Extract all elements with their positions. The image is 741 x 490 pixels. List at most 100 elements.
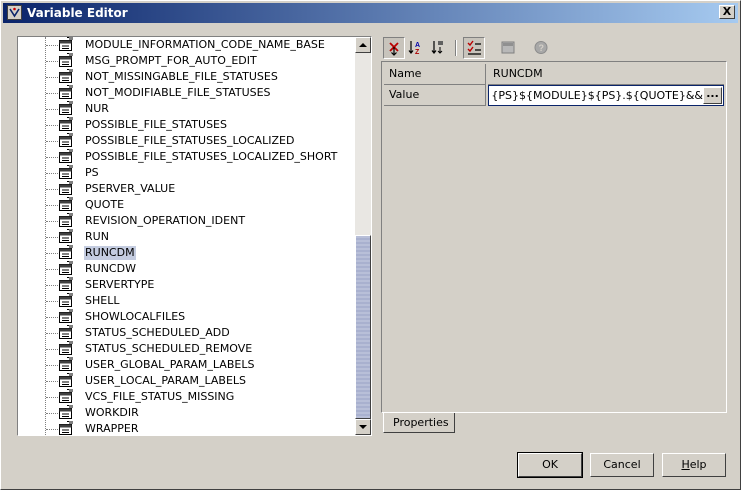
variable-node-icon: [59, 341, 73, 355]
tree-branch-line: [46, 61, 58, 62]
help-button-toolbar[interactable]: ?: [531, 37, 553, 59]
tree-item-label: STATUS_SCHEDULED_ADD: [85, 326, 230, 339]
variable-node-icon: [59, 261, 73, 275]
property-label-name: Name: [384, 64, 486, 85]
customize-button[interactable]: [498, 37, 520, 59]
tree-item-label: STATUS_SCHEDULED_REMOVE: [85, 342, 253, 355]
variable-node-icon: [59, 117, 73, 131]
tree-item-label: VCS_FILE_STATUS_MISSING: [85, 390, 235, 403]
property-sheet: Name RUNCDM Value )TDIR}${PS}${MODULE}${…: [381, 61, 727, 413]
svg-text:A: A: [415, 42, 420, 49]
tree-branch-line: [46, 413, 58, 414]
tree-item-label: SERVERTYPE: [85, 278, 155, 291]
tree-item[interactable]: STATUS_SCHEDULED_ADD: [18, 325, 354, 341]
value-text[interactable]: )TDIR}${PS}${MODULE}${PS}.${QUOTE}&&: [491, 86, 703, 105]
variable-node-icon: [59, 421, 73, 435]
svg-text:Z: Z: [415, 49, 420, 56]
tree-item-label: POSSIBLE_FILE_STATUSES_LOCALIZED_SHORT: [85, 150, 338, 163]
toolbar-separator: [455, 40, 457, 56]
variable-node-icon: [59, 293, 73, 307]
tree-item[interactable]: POSSIBLE_FILE_STATUSES_LOCALIZED_SHORT: [18, 149, 354, 165]
variable-node-icon: [59, 229, 73, 243]
tree-item-label: MSG_PROMPT_FOR_AUTO_EDIT: [85, 54, 257, 67]
tree-item[interactable]: WRAPPER: [18, 421, 354, 435]
variable-node-icon: [59, 325, 73, 339]
variable-tree[interactable]: MODULE_INFORMATION_CODE_NAME_BASE MSG_PRO…: [17, 36, 372, 436]
ok-button[interactable]: OK: [517, 452, 583, 478]
customize-icon: [501, 41, 515, 54]
tree-item[interactable]: NOT_MISSINGABLE_FILE_STATUSES: [18, 69, 354, 85]
tree-item[interactable]: POSSIBLE_FILE_STATUSES_LOCALIZED: [18, 133, 354, 149]
tree-branch-line: [46, 381, 58, 382]
tree-item[interactable]: QUOTE: [18, 197, 354, 213]
tree-item[interactable]: SERVERTYPE: [18, 277, 354, 293]
ellipsis-button[interactable]: ...: [703, 87, 722, 104]
tree-item[interactable]: SHOWLOCALFILES: [18, 309, 354, 325]
tree-branch-line: [46, 429, 58, 430]
scroll-thumb[interactable]: [355, 235, 371, 419]
help-button[interactable]: Help: [662, 453, 726, 477]
tree-item[interactable]: SHELL: [18, 293, 354, 309]
tree-item[interactable]: STATUS_SCHEDULED_REMOVE: [18, 341, 354, 357]
show-descriptions-button[interactable]: [463, 37, 485, 59]
sort-by-name-button[interactable]: A Z: [406, 37, 428, 59]
title-bar[interactable]: Variable Editor X: [3, 3, 738, 23]
tree-item[interactable]: WORKDIR: [18, 405, 354, 421]
tree-item[interactable]: USER_GLOBAL_PARAM_LABELS: [18, 357, 354, 373]
show-descriptions-icon: [467, 40, 481, 55]
tree-item-label: REVISION_OPERATION_IDENT: [85, 214, 246, 227]
property-row-value[interactable]: Value )TDIR}${PS}${MODULE}${PS}.${QUOTE}…: [384, 85, 724, 106]
tree-item[interactable]: RUN: [18, 229, 354, 245]
value-editor-field[interactable]: )TDIR}${PS}${MODULE}${PS}.${QUOTE}&& ...: [488, 85, 724, 106]
app-icon: [7, 5, 22, 20]
tree-item-label: MODULE_INFORMATION_CODE_NAME_BASE: [85, 38, 325, 51]
tree-item-label: PSERVER_VALUE: [85, 182, 176, 195]
tree-branch-line: [46, 93, 58, 94]
tree-item-label: NOT_MODIFIABLE_FILE_STATUSES: [85, 86, 271, 99]
sort-by-category-icon: [389, 42, 399, 56]
tree-item[interactable]: NOT_MODIFIABLE_FILE_STATUSES: [18, 85, 354, 101]
variable-node-icon: [59, 405, 73, 419]
sort-by-category-button[interactable]: [383, 37, 405, 59]
variable-node-icon: [59, 245, 73, 259]
tab-properties[interactable]: Properties: [383, 413, 455, 433]
tree-branch-line: [46, 157, 58, 158]
tree-item[interactable]: POSSIBLE_FILE_STATUSES: [18, 117, 354, 133]
svg-text:?: ?: [539, 43, 545, 53]
tree-item[interactable]: MSG_PROMPT_FOR_AUTO_EDIT: [18, 53, 354, 69]
tree-item[interactable]: RUNCDM: [18, 245, 354, 261]
tree-scrollbar[interactable]: [355, 37, 371, 435]
variable-list: MODULE_INFORMATION_CODE_NAME_BASE MSG_PRO…: [18, 37, 354, 435]
tree-item[interactable]: MODULE_INFORMATION_CODE_NAME_BASE: [18, 37, 354, 53]
tree-item[interactable]: RUNCDW: [18, 261, 354, 277]
tree-item[interactable]: VCS_FILE_STATUS_MISSING: [18, 389, 354, 405]
tree-branch-line: [46, 349, 58, 350]
property-toolbar: A Z ?: [381, 37, 727, 59]
tree-item[interactable]: USER_LOCAL_PARAM_LABELS: [18, 373, 354, 389]
tree-item[interactable]: NUR: [18, 101, 354, 117]
variable-node-icon: [59, 37, 73, 51]
variable-node-icon: [59, 213, 73, 227]
close-button[interactable]: X: [719, 5, 735, 19]
tree-branch-line: [46, 333, 58, 334]
tree-item-label: RUN: [85, 230, 109, 243]
property-value-name[interactable]: RUNCDM: [488, 64, 724, 85]
property-row-name[interactable]: Name RUNCDM: [384, 64, 724, 85]
tree-item[interactable]: PSERVER_VALUE: [18, 181, 354, 197]
scroll-down-button[interactable]: [355, 419, 371, 435]
tree-branch-line: [46, 77, 58, 78]
scroll-up-button[interactable]: [355, 37, 371, 53]
arrow-down-icon: [359, 425, 367, 429]
tree-branch-line: [46, 317, 58, 318]
tree-item[interactable]: REVISION_OPERATION_IDENT: [18, 213, 354, 229]
variable-editor-window: Variable Editor X MODULE_INFORMATION_COD…: [0, 0, 741, 490]
cancel-button[interactable]: Cancel: [590, 453, 654, 477]
tree-item-label: NUR: [85, 102, 109, 115]
variable-node-icon: [59, 133, 73, 147]
sort-by-type-button[interactable]: [429, 37, 451, 59]
tree-branch-line: [46, 141, 58, 142]
tree-item[interactable]: PS: [18, 165, 354, 181]
tree-item-label: USER_GLOBAL_PARAM_LABELS: [85, 358, 255, 371]
window-title: Variable Editor: [27, 6, 128, 20]
variable-node-icon: [59, 197, 73, 211]
